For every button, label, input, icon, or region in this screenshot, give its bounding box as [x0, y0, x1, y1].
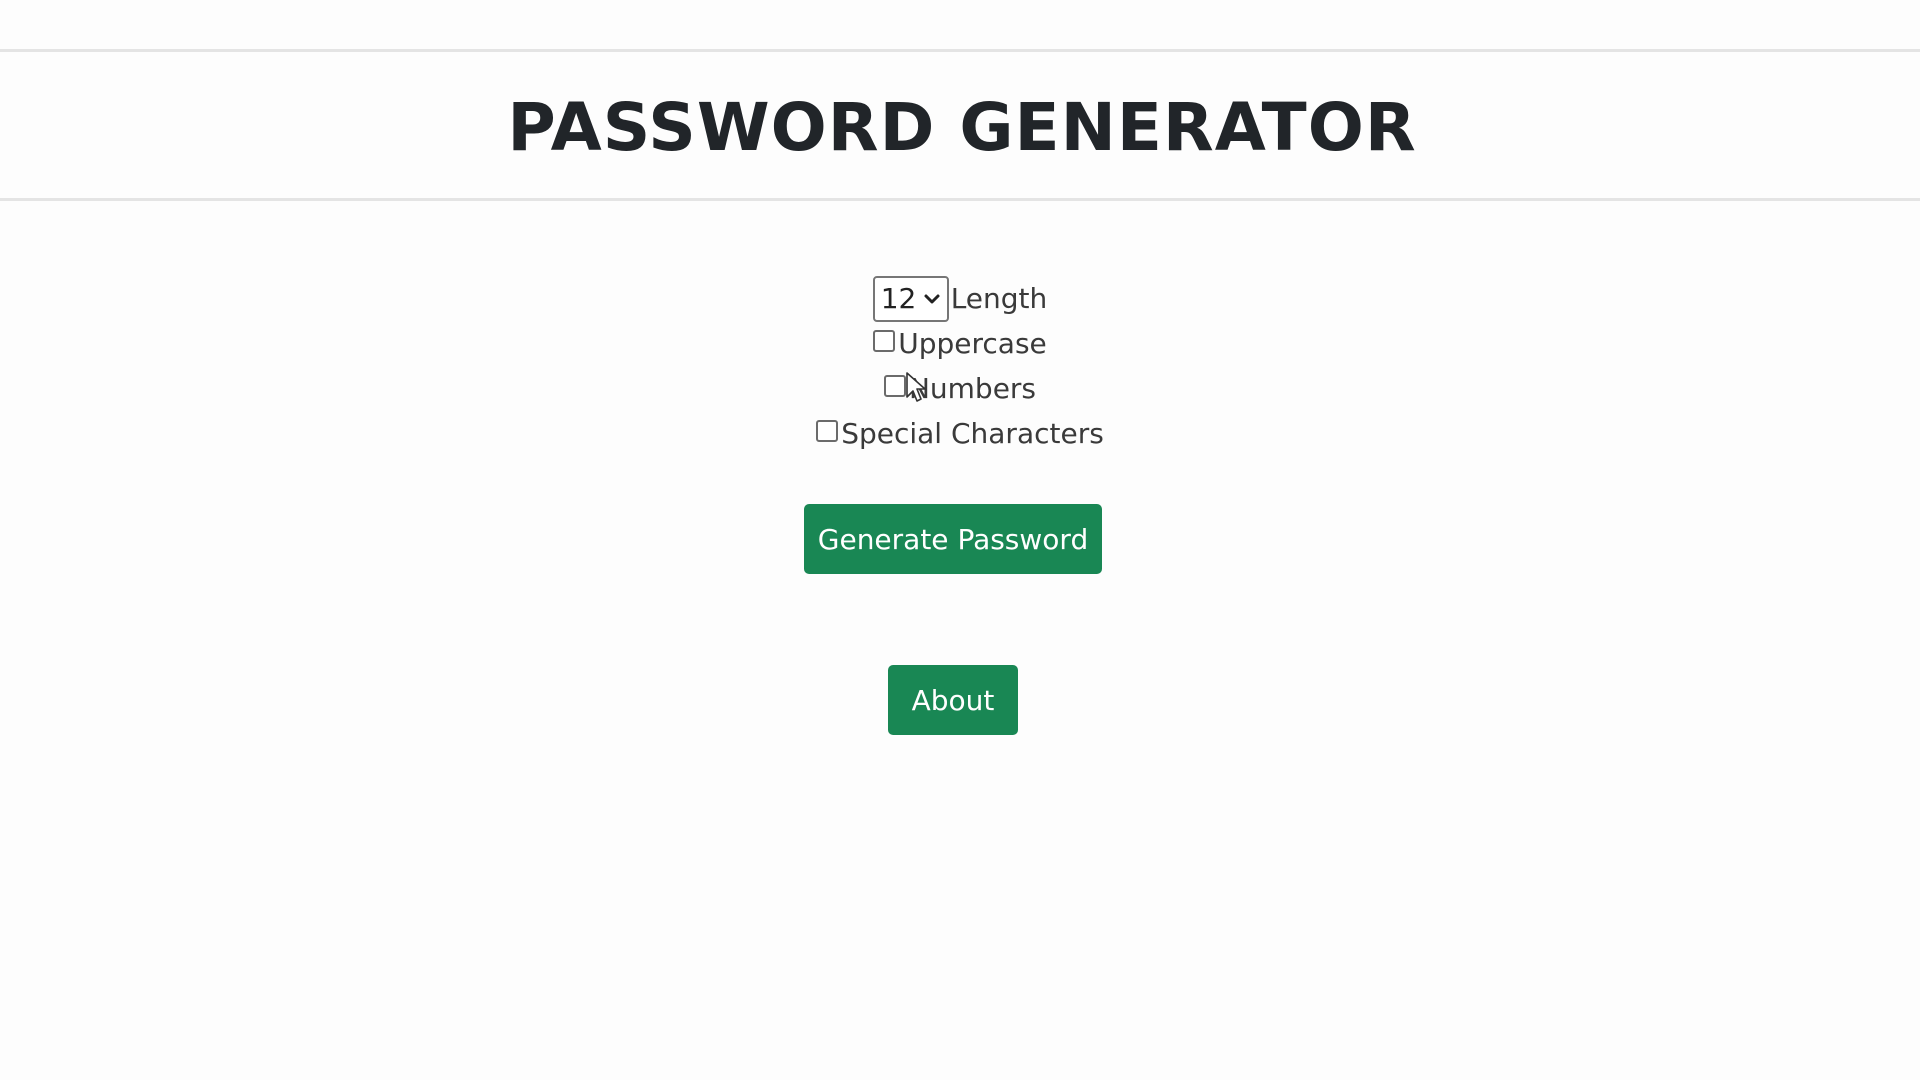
special-characters-row: Special Characters [816, 411, 1104, 456]
uppercase-row: Uppercase [873, 321, 1047, 366]
uppercase-label[interactable]: Uppercase [898, 327, 1047, 360]
header: PASSWORD GENERATOR [0, 49, 1920, 201]
numbers-label[interactable]: Numbers [909, 372, 1036, 405]
special-characters-checkbox[interactable] [816, 419, 839, 442]
chevron-down-icon [924, 294, 940, 303]
page: PASSWORD GENERATOR 12 Length Uppercase N… [0, 0, 1920, 1080]
special-characters-label[interactable]: Special Characters [841, 417, 1104, 450]
options-panel: 12 Length Uppercase Numbers Special Char… [0, 275, 1920, 456]
mouse-cursor-icon [906, 372, 926, 402]
page-title: PASSWORD GENERATOR [507, 88, 1417, 166]
length-select-value: 12 [880, 282, 917, 315]
about-button[interactable]: About [888, 665, 1018, 735]
length-select[interactable]: 12 [872, 275, 949, 322]
generate-password-button-label: Generate Password [817, 522, 1089, 556]
generate-password-button[interactable]: Generate Password [804, 504, 1102, 574]
uppercase-checkbox[interactable] [873, 329, 896, 352]
numbers-checkbox[interactable] [883, 374, 906, 397]
length-row: 12 Length [872, 275, 1048, 322]
about-button-label: About [911, 683, 995, 717]
length-label: Length [950, 282, 1048, 315]
